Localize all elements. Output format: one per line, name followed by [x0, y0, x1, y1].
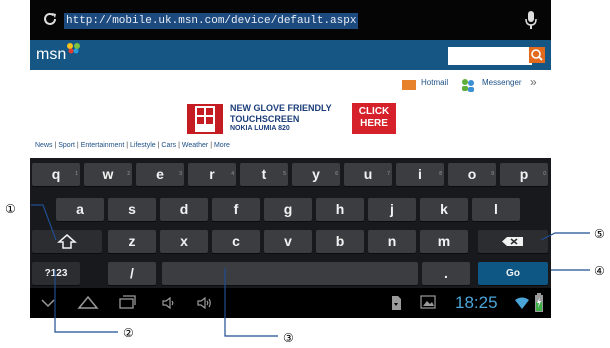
callout-line-3	[224, 268, 278, 337]
callout-line-1	[31, 204, 57, 241]
callout-4: ④	[594, 264, 605, 278]
callout-2: ②	[123, 326, 134, 340]
callout-line-2	[54, 270, 118, 333]
callout-line-5	[540, 232, 590, 241]
callout-5: ⑤	[594, 227, 605, 241]
callout-lines	[31, 204, 590, 337]
callout-3: ③	[283, 331, 294, 345]
callout-1: ①	[5, 202, 16, 216]
